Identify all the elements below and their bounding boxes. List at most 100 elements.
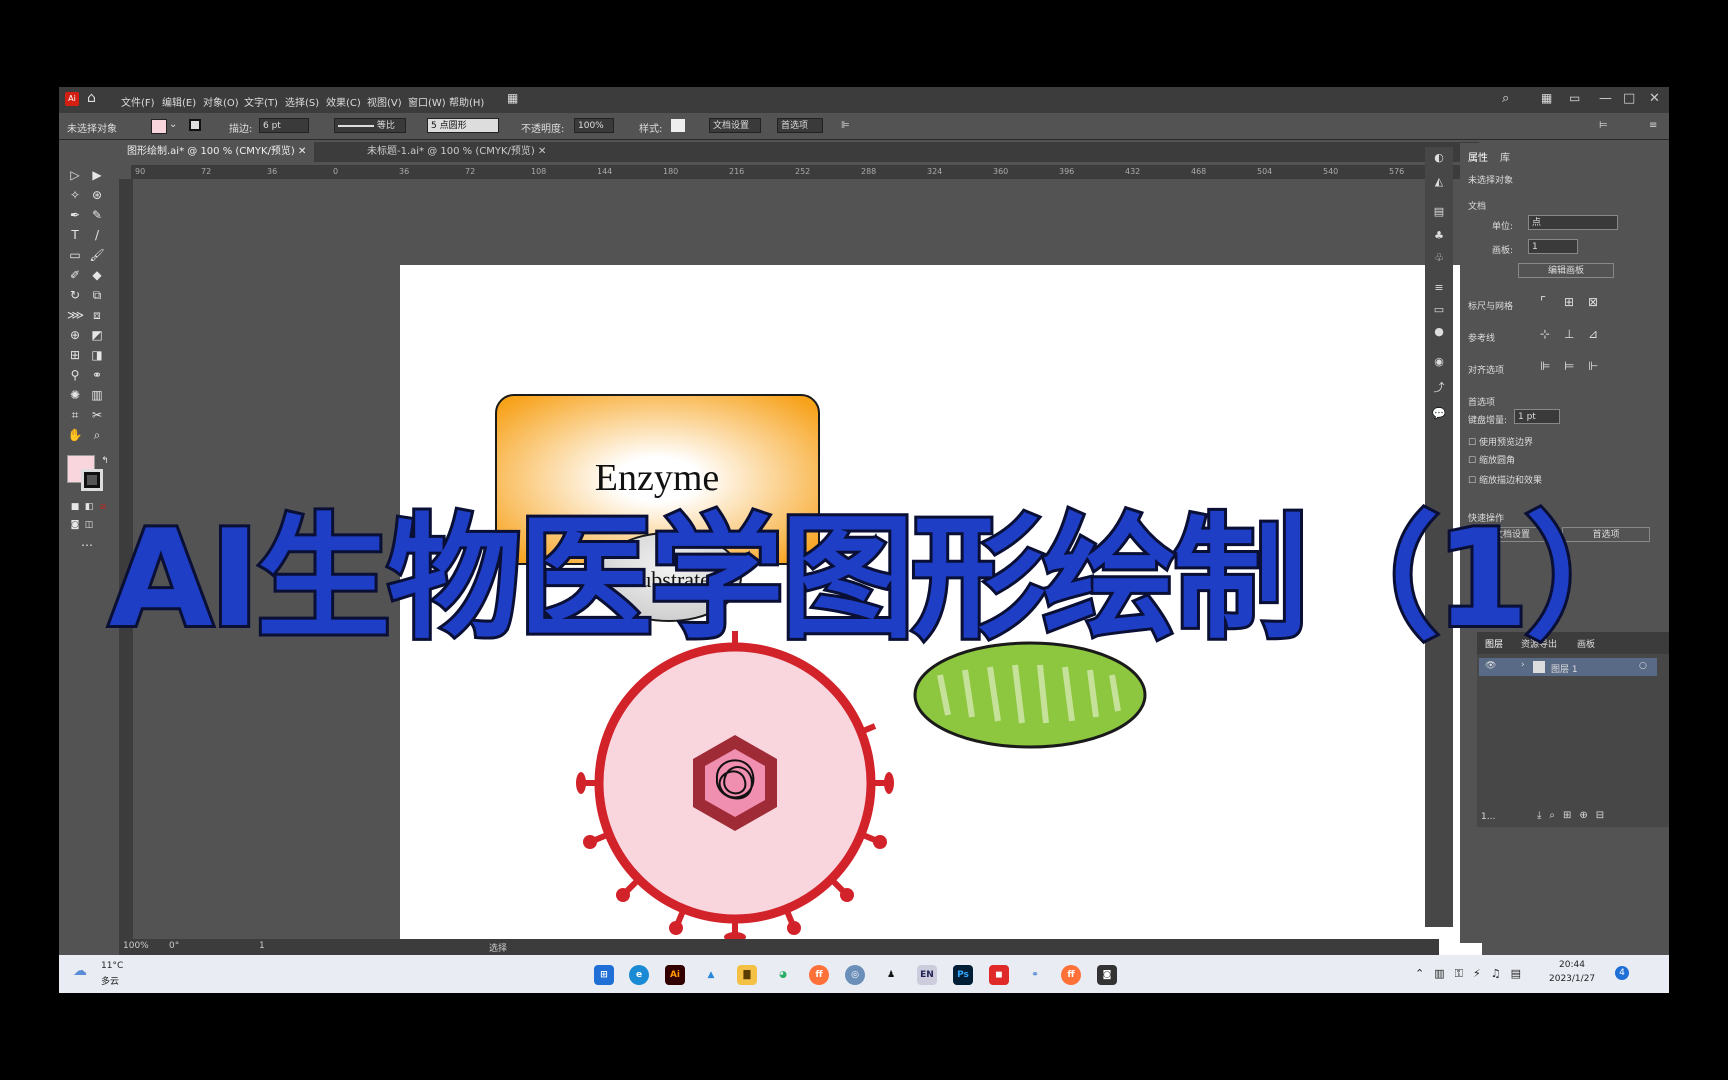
edit-artboard-button[interactable]: 编辑画板 <box>1518 263 1614 278</box>
tab-libraries[interactable]: 库 <box>1500 149 1510 164</box>
chevron-down-icon[interactable]: ⌄ <box>169 119 177 130</box>
menu-select[interactable]: 选择(S) <box>285 94 319 109</box>
zoom-field[interactable]: 100% <box>123 941 149 951</box>
blend-tool-icon[interactable]: ⚭ <box>89 367 105 383</box>
app-red-icon[interactable]: ◼ <box>989 965 1009 985</box>
tab-properties[interactable]: 属性 <box>1468 149 1488 164</box>
search-icon[interactable]: ⌕ <box>1502 91 1509 106</box>
arrange-documents-icon[interactable]: ▦ <box>507 91 518 105</box>
workspace-icon[interactable]: ▦ <box>1541 91 1552 105</box>
scale-strokes-checkbox[interactable]: ☐ 缩放描边和效果 <box>1468 473 1542 486</box>
shaper-tool-icon[interactable]: ✐ <box>67 267 83 283</box>
weather-icon[interactable]: ☁ <box>73 963 87 979</box>
start-icon[interactable]: ⊞ <box>594 965 614 985</box>
language-icon[interactable]: EN <box>917 965 937 985</box>
properties-icon[interactable]: ◭ <box>1431 175 1447 189</box>
stroke-swatch[interactable] <box>189 119 201 131</box>
graph-tool-icon[interactable]: ▥ <box>89 387 105 403</box>
symbol-sprayer-icon[interactable]: ✺ <box>67 387 83 403</box>
keyboard-increment-input[interactable]: 1 pt <box>1514 409 1560 424</box>
eyedropper-icon[interactable]: ⚲ <box>67 367 83 383</box>
brushes-icon[interactable]: ♧ <box>1431 251 1447 265</box>
export-icon[interactable]: ⤴ <box>1431 379 1447 394</box>
tab-document-1[interactable]: 图形绘制.ai* @ 100 % (CMYK/预览) ✕ <box>119 142 315 162</box>
direct-selection-tool-icon[interactable]: ▶ <box>89 167 105 183</box>
illustrator-taskbar-icon[interactable]: Ai <box>665 965 685 985</box>
curvature-tool-icon[interactable]: ✎ <box>89 207 105 223</box>
menu-window[interactable]: 窗口(W) <box>408 94 446 109</box>
artboard-select[interactable]: 1 <box>1528 239 1578 254</box>
brush-select[interactable]: 5 点圆形 <box>427 118 499 133</box>
photoshop-icon[interactable]: Ps <box>953 965 973 985</box>
hand-tool-icon[interactable]: ✋ <box>67 427 83 443</box>
lock-guides-icon[interactable]: ⊥ <box>1564 327 1574 341</box>
photos-icon[interactable]: ▲ <box>701 965 721 985</box>
mesh-tool-icon[interactable]: ⊞ <box>67 347 83 363</box>
virus-shape[interactable] <box>576 631 894 942</box>
rotate-tool-icon[interactable]: ↻ <box>67 287 83 303</box>
edge-icon[interactable]: e <box>629 965 649 985</box>
firefox-2-icon[interactable]: ff <box>1061 965 1081 985</box>
units-select[interactable]: 点 <box>1528 215 1618 230</box>
symbols-icon[interactable]: ♣ <box>1431 229 1447 243</box>
close-tab-icon[interactable]: ✕ <box>538 146 546 157</box>
menu-edit[interactable]: 编辑(E) <box>162 94 196 109</box>
network-app-icon[interactable]: ⚭ <box>1025 965 1045 985</box>
artboard-number-field[interactable]: 1 <box>259 941 265 951</box>
stroke-weight-input[interactable]: 6 pt <box>259 118 309 133</box>
grid-icon[interactable]: ⊞ <box>1564 295 1574 309</box>
menu-effect[interactable]: 效果(C) <box>326 94 361 109</box>
clock-date[interactable]: 2023/1/27 <box>1549 974 1595 984</box>
system-tray-icons[interactable]: ⌃▥⚿⚡♫▤ <box>1415 967 1531 981</box>
rectangle-tool-icon[interactable]: ▭ <box>67 247 83 263</box>
file-explorer-icon[interactable]: ▇ <box>737 965 757 985</box>
close-tab-icon[interactable]: ✕ <box>298 146 306 157</box>
scale-corners-checkbox[interactable]: ☐ 缩放圆角 <box>1468 453 1515 466</box>
magic-wand-icon[interactable]: ✧ <box>67 187 83 203</box>
align-right-icon[interactable]: ⊨ <box>1599 120 1608 131</box>
notification-badge[interactable]: 4 <box>1615 966 1629 980</box>
width-tool-icon[interactable]: ⋙ <box>67 307 84 323</box>
capture-app-icon[interactable]: ◙ <box>1097 965 1117 985</box>
panel-icon[interactable]: ▭ <box>1569 91 1580 105</box>
paintbrush-icon[interactable]: 🖌 <box>89 247 105 263</box>
menu-object[interactable]: 对象(O) <box>203 94 239 109</box>
browser-icon[interactable]: ◎ <box>845 965 865 985</box>
opacity-input[interactable]: 100% <box>574 118 614 133</box>
stroke-profile-select[interactable]: 等比 <box>334 118 406 133</box>
gradient-panel-icon[interactable]: ▭ <box>1431 303 1447 317</box>
shape-builder-icon[interactable]: ⊕ <box>67 327 83 343</box>
stroke-panel-icon[interactable]: ≡ <box>1431 281 1447 295</box>
minimize-button[interactable]: — <box>1599 91 1612 106</box>
maximize-button[interactable]: □ <box>1623 91 1635 106</box>
tab-document-2[interactable]: 未标题-1.ai* @ 100 % (CMYK/预览) ✕ <box>359 142 554 162</box>
clock-time[interactable]: 20:44 <box>1559 960 1585 970</box>
menu-type[interactable]: 文字(T) <box>244 94 278 109</box>
type-tool-icon[interactable]: T <box>67 227 83 243</box>
menu-file[interactable]: 文件(F) <box>121 94 155 109</box>
transparency-icon[interactable]: ◉ <box>1431 355 1447 369</box>
swap-colors-icon[interactable]: ↰ <box>97 453 113 469</box>
fill-swatch[interactable] <box>151 119 167 134</box>
wechat-icon[interactable]: ◕ <box>773 965 793 985</box>
preview-bounds-checkbox[interactable]: ☐ 使用预览边界 <box>1468 435 1533 448</box>
menu-help[interactable]: 帮助(H) <box>449 94 484 109</box>
libraries-icon[interactable]: ▤ <box>1431 205 1447 219</box>
screen-mode-icon[interactable]: ◫ <box>81 517 97 533</box>
close-button[interactable]: ✕ <box>1649 91 1660 106</box>
home-icon[interactable]: ⌂ <box>87 90 96 106</box>
perspective-grid-icon[interactable]: ◩ <box>89 327 105 343</box>
snap-pixel-icon[interactable]: ⊨ <box>1564 359 1574 373</box>
selection-tool-icon[interactable]: ▷ <box>67 167 83 183</box>
edit-toolbar-icon[interactable]: ⋯ <box>79 537 95 553</box>
scale-tool-icon[interactable]: ⧉ <box>89 287 105 303</box>
zoom-tool-icon[interactable]: ⌕ <box>89 427 105 443</box>
firefox-icon[interactable]: ff <box>809 965 829 985</box>
rotation-field[interactable]: 0° <box>169 941 179 951</box>
ruler-icon[interactable]: ⌜ <box>1540 295 1546 310</box>
layer-actions-icons[interactable]: ⤓⌕⊞⊕⊟ <box>1537 810 1612 821</box>
slice-tool-icon[interactable]: ✂ <box>89 407 105 423</box>
line-tool-icon[interactable]: / <box>89 227 105 243</box>
qq-icon[interactable]: ♟ <box>881 965 901 985</box>
show-guides-icon[interactable]: ⊹ <box>1540 327 1550 341</box>
